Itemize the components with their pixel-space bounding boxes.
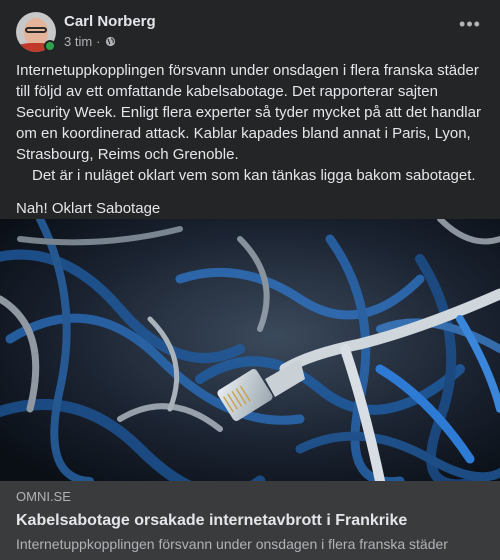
more-options-button[interactable]: ••• <box>456 15 484 38</box>
globe-icon[interactable] <box>105 36 116 47</box>
author-name[interactable]: Carl Norberg <box>64 13 156 30</box>
post-header: Carl Norberg 3 tim · ••• <box>16 12 484 52</box>
post-timestamp[interactable]: 3 tim <box>64 34 92 49</box>
link-title[interactable]: Kabelsabotage orsakade internetavbrott i… <box>16 511 484 531</box>
meta-separator: · <box>96 34 101 49</box>
post-meta: 3 tim · <box>64 34 116 49</box>
link-description: Internetuppkopplingen försvann under ons… <box>16 536 448 552</box>
avatar-glasses <box>25 27 47 33</box>
link-preview-card[interactable]: OMNI.SE Kabelsabotage orsakade interneta… <box>0 481 500 560</box>
link-domain: OMNI.SE <box>16 489 71 504</box>
facebook-post: Carl Norberg 3 tim · ••• Internetuppkopp… <box>0 0 500 560</box>
post-paragraph-2: Det är i nuläget oklart vem som kan tänk… <box>32 167 476 184</box>
online-status-dot <box>44 40 56 52</box>
post-comment: Nah! Oklart Sabotage <box>16 200 161 217</box>
more-horizontal-icon: ••• <box>459 14 481 34</box>
post-paragraph-1: Internetuppkopplingen försvann under ons… <box>16 62 481 163</box>
cables-photo <box>0 219 500 481</box>
post-body: Internetuppkopplingen försvann under ons… <box>16 60 484 219</box>
link-preview-image[interactable] <box>0 219 500 481</box>
